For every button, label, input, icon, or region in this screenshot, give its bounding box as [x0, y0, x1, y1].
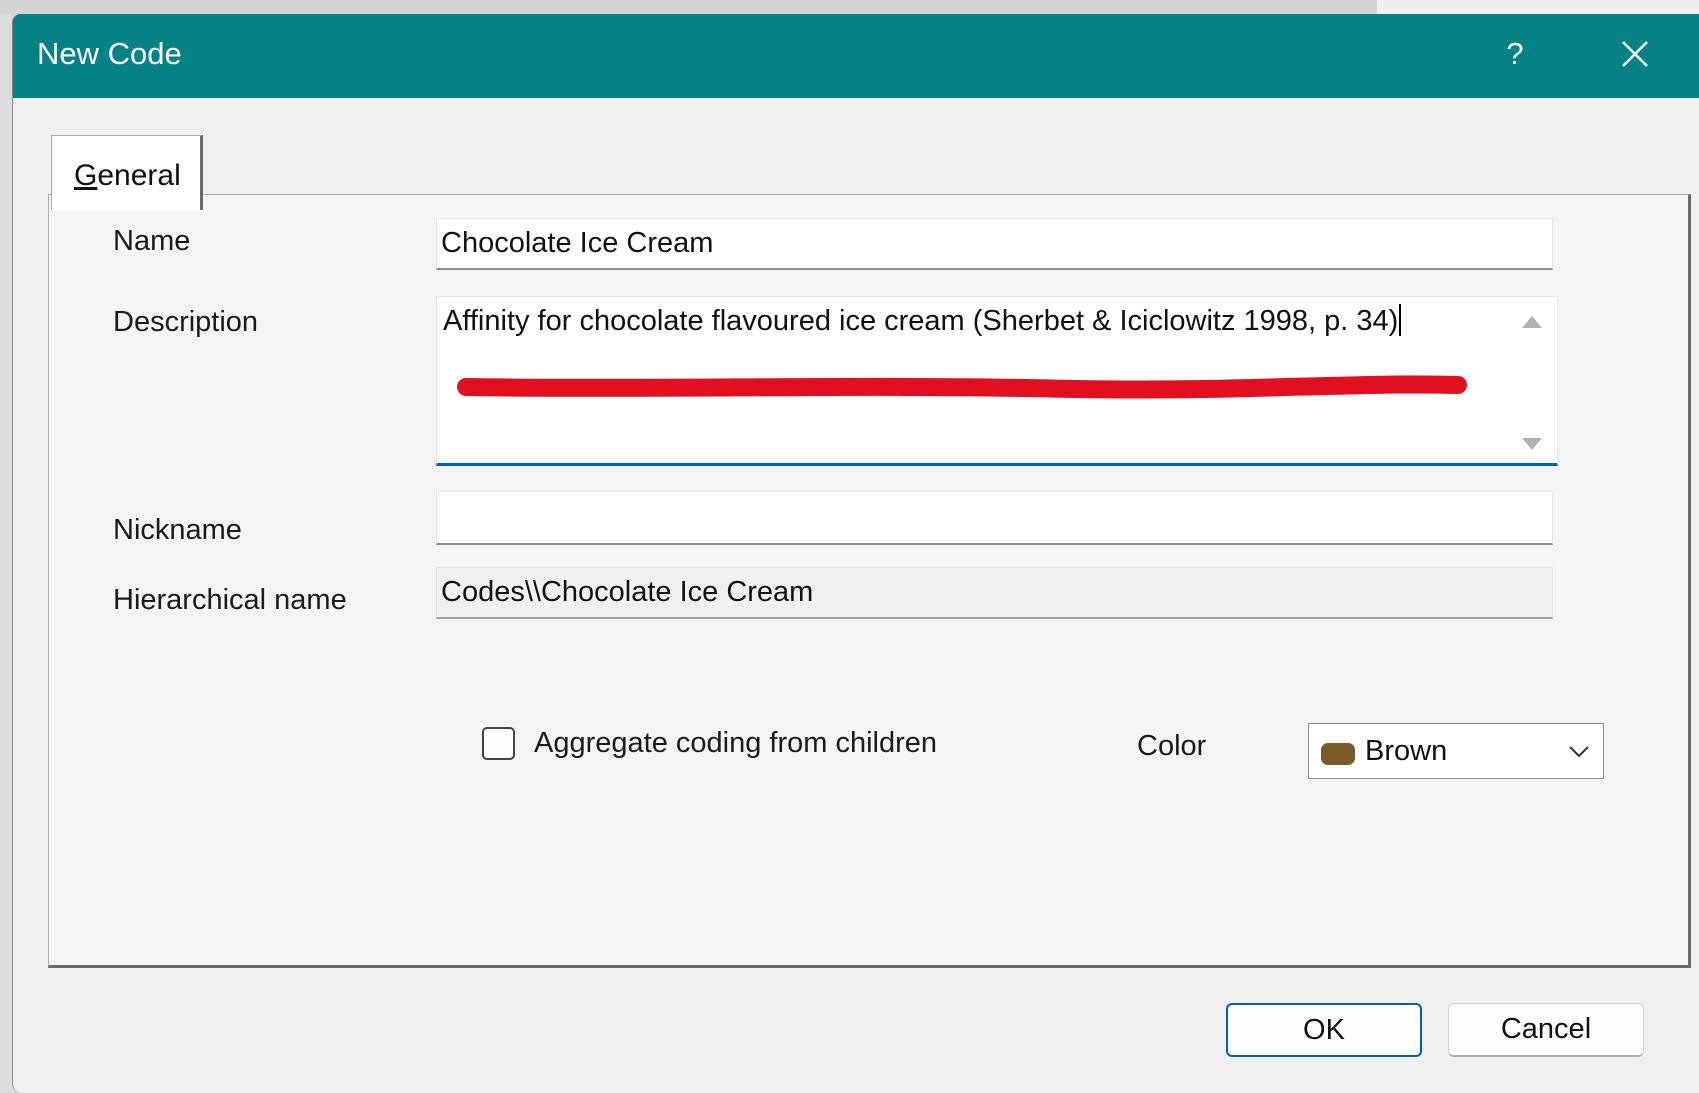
nickname-field[interactable]: [436, 491, 1553, 545]
ok-button[interactable]: OK: [1226, 1003, 1422, 1057]
aggregate-coding-label: Aggregate coding from children: [534, 727, 938, 759]
scroll-down-arrow-icon[interactable]: [1520, 435, 1544, 455]
tab-general[interactable]: General: [51, 135, 203, 210]
cancel-button[interactable]: Cancel: [1448, 1003, 1644, 1057]
close-button[interactable]: [1613, 32, 1657, 76]
close-icon: [1622, 41, 1648, 67]
color-label: Color: [1137, 730, 1207, 762]
name-field[interactable]: Chocolate Ice Cream: [436, 218, 1553, 270]
hierarchical-name-label: Hierarchical name: [113, 584, 347, 616]
help-button[interactable]: ?: [1495, 32, 1535, 76]
title-bar: New Code ?: [13, 14, 1699, 98]
color-dropdown[interactable]: Brown: [1308, 723, 1604, 779]
text-caret: [1399, 304, 1402, 336]
new-code-dialog: New Code ? General Name Chocolate Ice Cr…: [12, 14, 1699, 1093]
scroll-up-arrow-icon[interactable]: [1520, 311, 1544, 331]
brown-color-swatch-icon: [1321, 743, 1355, 765]
tab-general-label: General: [74, 159, 181, 192]
name-label: Name: [113, 225, 191, 257]
description-field[interactable]: Affinity for chocolate flavoured ice cre…: [436, 296, 1558, 466]
background-strip: [0, 0, 1699, 14]
description-text: Affinity for chocolate flavoured ice cre…: [443, 303, 1402, 339]
nickname-label: Nickname: [113, 514, 242, 546]
chevron-down-icon: [1567, 741, 1591, 761]
description-label: Description: [113, 306, 259, 338]
background-strip-light: [1377, 0, 1699, 14]
aggregate-coding-checkbox[interactable]: [482, 727, 515, 760]
dialog-title: New Code: [37, 36, 182, 71]
hierarchical-name-field: Codes\\Chocolate Ice Cream: [436, 567, 1553, 619]
color-dropdown-value: Brown: [1365, 735, 1448, 767]
